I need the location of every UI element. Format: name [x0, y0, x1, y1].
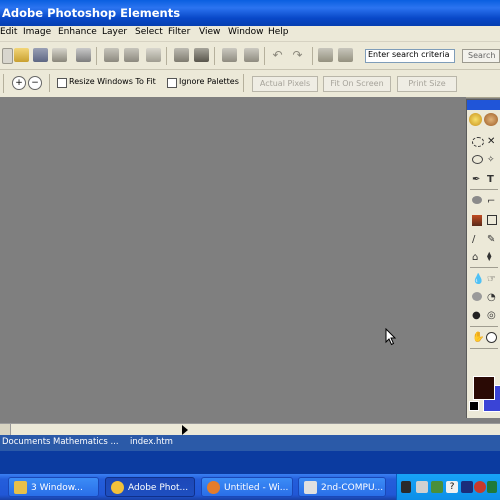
- magic-wand-icon[interactable]: ✧: [487, 155, 500, 166]
- type-tool-icon[interactable]: T: [487, 174, 500, 185]
- quick-fix-icon[interactable]: [318, 48, 333, 62]
- red-eye-icon[interactable]: ◎: [487, 310, 500, 321]
- elliptical-marquee-icon[interactable]: [472, 137, 484, 147]
- print-size-button[interactable]: Print Size: [397, 76, 457, 92]
- volume-icon[interactable]: [487, 481, 497, 493]
- healing-brush-icon[interactable]: [472, 196, 482, 204]
- ignore-palettes-checkbox[interactable]: [167, 78, 177, 88]
- task-paint[interactable]: Untitled - Wi...: [201, 477, 293, 497]
- taskbar: 3 Window... Adobe Phot... Untitled - Wi.…: [0, 474, 500, 500]
- arrow-tray-icon[interactable]: [461, 481, 473, 493]
- task-word-document[interactable]: 2nd-COMPU...: [298, 477, 386, 497]
- step-forward-icon[interactable]: [194, 48, 209, 62]
- browser-tray-icon[interactable]: [474, 481, 486, 493]
- lasso-icon[interactable]: [472, 155, 483, 164]
- paint-bucket-icon[interactable]: [472, 215, 482, 226]
- eyedropper-icon[interactable]: ✒: [472, 174, 485, 185]
- folder-icon: [14, 481, 27, 494]
- dodge-icon[interactable]: ◔: [487, 292, 500, 303]
- doc-item-documents[interactable]: Documents: [2, 437, 50, 447]
- resize-windows-label: Resize Windows To Fit: [69, 77, 156, 86]
- documents-bar: Documents Mathematics ... index.htm: [0, 435, 500, 451]
- toolbox-title-bar[interactable]: [467, 100, 500, 110]
- eraser-icon[interactable]: ⌂: [472, 252, 485, 263]
- task-adobe-photoshop[interactable]: Adobe Phot...: [105, 477, 195, 497]
- undo-icon[interactable]: [222, 48, 237, 62]
- web-save-icon[interactable]: [76, 48, 91, 62]
- print-icon[interactable]: [52, 48, 67, 62]
- pencil-icon[interactable]: ✎: [487, 234, 500, 245]
- zoom-in-icon[interactable]: +: [12, 76, 26, 90]
- menu-image[interactable]: Image: [23, 27, 51, 37]
- open-icon[interactable]: [14, 48, 29, 62]
- hand-tool-icon[interactable]: ✋: [472, 332, 485, 343]
- workspace-area[interactable]: [0, 97, 466, 423]
- menu-help[interactable]: Help: [268, 27, 289, 37]
- save-icon[interactable]: [33, 48, 48, 62]
- menu-view[interactable]: View: [199, 27, 220, 37]
- zoom-tool-icon[interactable]: [486, 332, 497, 343]
- print-preview-icon[interactable]: [124, 48, 139, 62]
- system-tray: ?: [396, 474, 500, 500]
- stamp-icon[interactable]: ⧫: [487, 252, 500, 263]
- rotate-right-icon[interactable]: ↷: [290, 48, 305, 62]
- rotate-left-icon[interactable]: ↶: [270, 48, 285, 62]
- search-input[interactable]: Enter search criteria: [365, 49, 455, 63]
- zoom-out-icon[interactable]: −: [28, 76, 42, 90]
- task-label: 2nd-COMPU...: [321, 483, 384, 493]
- burn-icon[interactable]: ●: [472, 310, 485, 321]
- task-label: Untitled - Wi...: [224, 483, 289, 493]
- menu-enhance[interactable]: Enhance: [58, 27, 97, 37]
- menu-edit[interactable]: Edit: [0, 27, 17, 37]
- pen-tool-icon[interactable]: [401, 481, 411, 493]
- ignore-palettes-label: Ignore Palettes: [179, 77, 239, 86]
- desktop-strip: [0, 451, 500, 474]
- menu-bar: Edit Image Enhance Layer Select Filter V…: [0, 26, 500, 42]
- sponge-icon[interactable]: [472, 292, 482, 301]
- menu-select[interactable]: Select: [135, 27, 163, 37]
- monitor-icon[interactable]: [431, 481, 443, 493]
- default-colors-icon[interactable]: [469, 401, 479, 411]
- actual-pixels-button[interactable]: Actual Pixels: [252, 76, 318, 92]
- scroll-thumb[interactable]: [0, 424, 11, 435]
- task-label: Adobe Phot...: [128, 483, 189, 493]
- fit-on-screen-button[interactable]: Fit On Screen: [323, 76, 391, 92]
- task-label: 3 Window...: [31, 483, 83, 493]
- word-doc-icon: [304, 481, 317, 494]
- shape-tool-icon[interactable]: [487, 215, 497, 225]
- search-button[interactable]: Search: [462, 49, 500, 63]
- help-tray-icon[interactable]: ?: [446, 481, 458, 493]
- redo-icon[interactable]: [244, 48, 259, 62]
- smudge-icon[interactable]: ☞: [487, 274, 500, 285]
- scroll-right-arrow-icon[interactable]: [181, 425, 189, 435]
- palette-icon[interactable]: [338, 48, 353, 62]
- crop-tool-icon[interactable]: ⌐: [487, 196, 500, 207]
- paint-icon: [207, 481, 220, 494]
- doc-item-mathematics[interactable]: Mathematics ...: [53, 437, 119, 447]
- new-file-icon[interactable]: [2, 48, 13, 64]
- blur-icon[interactable]: 💧: [472, 274, 485, 285]
- step-backward-icon[interactable]: [174, 48, 189, 62]
- title-bar: Adobe Photoshop Elements: [0, 0, 500, 26]
- toolbox-palette: ✕ ✧ ✒ T ⌐ / ✎ ⌂ ⧫ 💧 ☞ ◔ ● ◎ ✋: [466, 99, 500, 418]
- photoshop-icon: [111, 481, 124, 494]
- doc-item-index[interactable]: index.htm: [130, 437, 173, 447]
- mouse-cursor-icon: [385, 328, 397, 346]
- foreground-color-swatch[interactable]: [473, 376, 495, 400]
- email-icon[interactable]: [146, 48, 161, 62]
- brush-icon[interactable]: /: [472, 234, 485, 245]
- move-tool-icon[interactable]: ✕: [487, 137, 500, 148]
- menu-layer[interactable]: Layer: [102, 27, 127, 37]
- save-as-icon[interactable]: [104, 48, 119, 62]
- task-windows-explorer[interactable]: 3 Window...: [8, 477, 99, 497]
- sun-logo-icon: [469, 113, 482, 126]
- menu-filter[interactable]: Filter: [168, 27, 190, 37]
- options-bar: + − Resize Windows To Fit Ignore Palette…: [0, 70, 500, 98]
- network-icon[interactable]: [416, 481, 428, 493]
- window-title: Adobe Photoshop Elements: [2, 6, 181, 20]
- eye-logo-icon: [484, 113, 498, 126]
- menu-window[interactable]: Window: [228, 27, 264, 37]
- resize-windows-checkbox[interactable]: [57, 78, 67, 88]
